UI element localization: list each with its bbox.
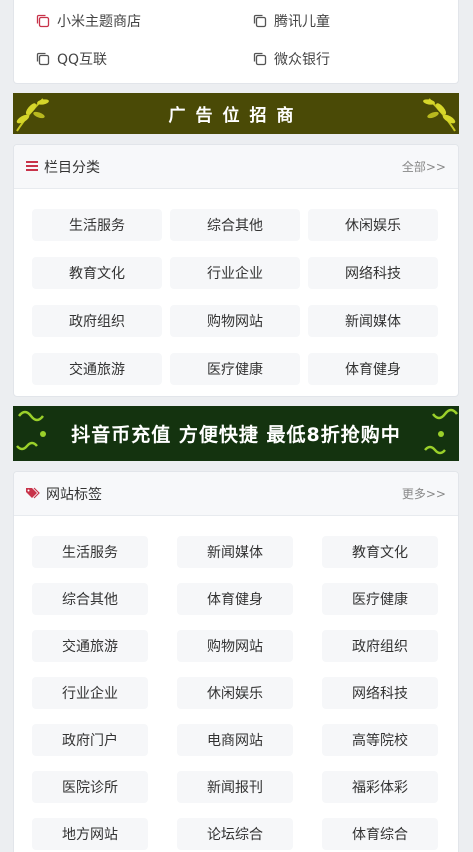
leaf-decoration-icon: [16, 98, 49, 132]
tag-item[interactable]: 政府组织: [322, 630, 438, 662]
category-item[interactable]: 交通旅游: [32, 353, 162, 385]
link-item[interactable]: 腾讯儿童: [253, 11, 330, 31]
tag-item[interactable]: 生活服务: [32, 536, 148, 568]
copy-icon: [253, 52, 267, 66]
leaf-decoration-icon: [423, 98, 456, 132]
tag-item[interactable]: 教育文化: [322, 536, 438, 568]
tag-item[interactable]: 综合其他: [32, 583, 148, 615]
tags-section: 网站标签 更多>> 生活服务 新闻媒体 教育文化 综合其他 体育健身 医疗健康 …: [13, 471, 459, 852]
link-item[interactable]: 小米主题商店: [36, 11, 141, 31]
category-section: 栏目分类 全部>> 生活服务 综合其他 休闲娱乐 教育文化 行业企业 网络科技 …: [13, 144, 459, 397]
tag-item[interactable]: 新闻报刊: [177, 771, 293, 803]
tag-item[interactable]: 购物网站: [177, 630, 293, 662]
tags-icon: [26, 484, 40, 503]
page: 小米主题商店 腾讯儿童 QQ互联 微众银行 广告位招商 栏目分类 全部>> 生活…: [0, 0, 473, 852]
link-label: 微众银行: [274, 52, 330, 68]
category-item[interactable]: 行业企业: [170, 257, 300, 289]
list-icon: [26, 157, 38, 176]
copy-icon: [36, 52, 50, 66]
copy-icon: [253, 14, 267, 28]
category-item[interactable]: 医疗健康: [170, 353, 300, 385]
category-item[interactable]: 生活服务: [32, 209, 162, 241]
tag-item[interactable]: 高等院校: [322, 724, 438, 756]
ad-banner-text: 广告位招商: [168, 106, 304, 126]
tag-item[interactable]: 交通旅游: [32, 630, 148, 662]
link-item[interactable]: QQ互联: [36, 49, 107, 69]
confetti-decoration-icon: [16, 408, 458, 455]
tag-item[interactable]: 休闲娱乐: [177, 677, 293, 709]
tag-item[interactable]: 网络科技: [322, 677, 438, 709]
link-label: QQ互联: [57, 52, 108, 68]
tag-item[interactable]: 医疗健康: [322, 583, 438, 615]
links-card: 小米主题商店 腾讯儿童 QQ互联 微众银行: [13, 0, 459, 84]
category-item[interactable]: 休闲娱乐: [308, 209, 438, 241]
category-item[interactable]: 政府组织: [32, 305, 162, 337]
tags-grid: 生活服务 新闻媒体 教育文化 综合其他 体育健身 医疗健康 交通旅游 购物网站 …: [32, 536, 438, 850]
category-item[interactable]: 教育文化: [32, 257, 162, 289]
tag-item[interactable]: 新闻媒体: [177, 536, 293, 568]
ad-banner[interactable]: 广告位招商: [13, 93, 459, 134]
category-item[interactable]: 综合其他: [170, 209, 300, 241]
tag-item[interactable]: 体育综合: [322, 818, 438, 850]
link-label: 腾讯儿童: [274, 14, 330, 30]
tag-item[interactable]: 福彩体彩: [322, 771, 438, 803]
tag-item[interactable]: 体育健身: [177, 583, 293, 615]
tag-item[interactable]: 地方网站: [32, 818, 148, 850]
tags-more-link[interactable]: 更多>>: [402, 485, 446, 502]
promo-banner[interactable]: 抖音币充值 方便快捷 最低8折抢购中: [13, 406, 459, 461]
link-label: 小米主题商店: [57, 14, 141, 30]
category-more-link[interactable]: 全部>>: [402, 158, 446, 175]
tag-item[interactable]: 政府门户: [32, 724, 148, 756]
category-item[interactable]: 新闻媒体: [308, 305, 438, 337]
tag-item[interactable]: 论坛综合: [177, 818, 293, 850]
tag-item[interactable]: 电商网站: [177, 724, 293, 756]
link-item[interactable]: 微众银行: [253, 49, 330, 69]
tag-item[interactable]: 医院诊所: [32, 771, 148, 803]
category-grid: 生活服务 综合其他 休闲娱乐 教育文化 行业企业 网络科技 政府组织 购物网站 …: [32, 209, 438, 385]
category-item[interactable]: 网络科技: [308, 257, 438, 289]
category-header: 栏目分类 全部>>: [14, 145, 458, 189]
category-item[interactable]: 体育健身: [308, 353, 438, 385]
tags-header: 网站标签 更多>>: [14, 472, 458, 516]
tag-item[interactable]: 行业企业: [32, 677, 148, 709]
category-title: 栏目分类: [44, 159, 100, 176]
category-item[interactable]: 购物网站: [170, 305, 300, 337]
copy-icon: [36, 14, 50, 28]
tags-title: 网站标签: [46, 486, 102, 503]
